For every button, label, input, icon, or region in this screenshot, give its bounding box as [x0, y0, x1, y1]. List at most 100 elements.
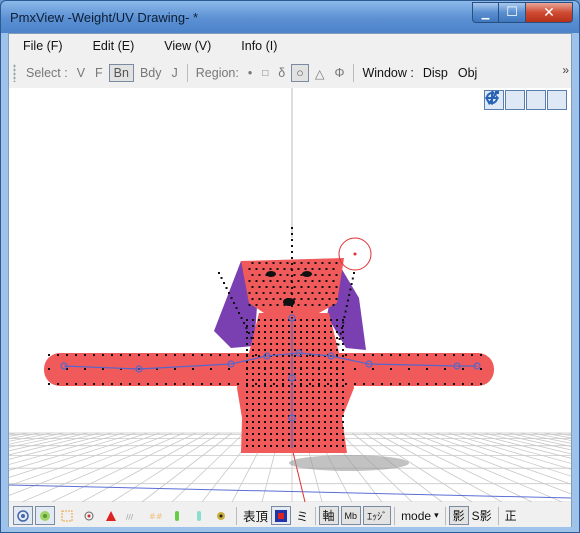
- vertex-dot: [300, 397, 302, 399]
- vertex-dot: [258, 403, 260, 405]
- color-swatch-icon[interactable]: [271, 506, 292, 525]
- vertex-dot: [300, 391, 302, 393]
- mb-toggle[interactable]: Mb: [340, 506, 362, 525]
- vertex-dot: [288, 373, 290, 375]
- target-mode-icon[interactable]: [79, 506, 99, 525]
- menu-edit[interactable]: Edit (E): [87, 38, 141, 54]
- region-phi-button[interactable]: Φ: [330, 65, 348, 81]
- body-mode-icon[interactable]: [189, 506, 209, 525]
- vertex-dot: [324, 379, 326, 381]
- rotate-icon[interactable]: [486, 90, 567, 110]
- 3d-viewport[interactable]: [9, 88, 571, 502]
- vertex-dot: [276, 445, 278, 447]
- vertex-dot: [192, 354, 194, 356]
- grid-line: [507, 432, 571, 447]
- vertex-dot: [312, 337, 314, 339]
- menu-info[interactable]: Info (I): [235, 38, 283, 54]
- vertex-dot: [294, 337, 296, 339]
- window-disp-button[interactable]: Disp: [419, 65, 452, 81]
- maximize-button[interactable]: ☐: [499, 2, 526, 23]
- ortho-toggle[interactable]: 正: [502, 506, 520, 525]
- toolbar-overflow-icon[interactable]: »: [562, 63, 569, 77]
- vertex-dot: [324, 319, 326, 321]
- vertex-dot: [265, 262, 268, 264]
- vertex-dot: [342, 367, 344, 369]
- vertex-dot: [246, 427, 248, 429]
- vertex-dot: [252, 427, 254, 429]
- weight-mode-icon[interactable]: ##: [145, 506, 165, 525]
- view-mode-icon[interactable]: [13, 506, 33, 525]
- vertex-dot: [252, 397, 254, 399]
- vertex-dot: [318, 337, 320, 339]
- status-separator: [444, 506, 446, 525]
- vertex-dot: [294, 349, 296, 351]
- vertex-dot: [330, 343, 332, 345]
- vertex-dot: [330, 337, 332, 339]
- toolbar-grip[interactable]: [13, 64, 16, 82]
- vertex-dot: [426, 383, 428, 385]
- vertex-dot: [262, 292, 265, 294]
- vertex-dot: [258, 367, 260, 369]
- vertex-dot: [252, 421, 254, 423]
- mesh-mode-icon[interactable]: [57, 506, 77, 525]
- vertex-dot: [255, 280, 258, 282]
- vertex-mode-icon[interactable]: [101, 506, 121, 525]
- vertex-dot: [288, 343, 290, 345]
- window-obj-button[interactable]: Obj: [454, 65, 481, 81]
- vertex-dot: [269, 292, 272, 294]
- model-render[interactable]: [9, 88, 571, 502]
- region-rect-button[interactable]: □: [258, 67, 272, 80]
- vertex-dot: [324, 325, 326, 327]
- title-bar[interactable]: PmxView -Weight/UV Drawing- * ▁ ☐ ✕: [1, 1, 579, 33]
- vertex-dot: [294, 361, 296, 363]
- shadow-toggle[interactable]: 影: [448, 506, 469, 525]
- vertex-dot: [252, 385, 254, 387]
- vertex-dot: [279, 298, 282, 300]
- vertex-dot: [235, 307, 238, 309]
- vertex-dot: [312, 325, 314, 327]
- vertex-dot: [252, 409, 254, 411]
- select-vertex-button[interactable]: V: [73, 65, 89, 81]
- vertex-dot: [264, 367, 266, 369]
- surface-toggle[interactable]: 表頂: [240, 506, 271, 525]
- vertex-dot: [293, 262, 296, 264]
- mode-dropdown[interactable]: mode ▾: [398, 506, 442, 525]
- mi-toggle[interactable]: ミ: [293, 506, 312, 525]
- vertex-dot: [336, 331, 338, 333]
- vertex-dot: [264, 379, 266, 381]
- region-delta-button[interactable]: δ: [274, 65, 289, 81]
- zoom-icon[interactable]: [487, 90, 546, 110]
- self-shadow-toggle[interactable]: S影: [469, 506, 495, 525]
- menu-file[interactable]: File (F): [17, 38, 69, 54]
- vertex-dot: [252, 331, 254, 333]
- pan-icon[interactable]: [485, 90, 525, 110]
- status-separator: [497, 506, 499, 525]
- vertex-dot: [318, 292, 321, 294]
- vertex-dot: [324, 403, 326, 405]
- joint-mode-icon[interactable]: [211, 506, 231, 525]
- vertex-dot: [471, 354, 473, 356]
- minimize-button[interactable]: ▁: [472, 2, 499, 23]
- vertex-dot: [165, 383, 167, 385]
- close-button[interactable]: ✕: [526, 2, 573, 23]
- axis-toggle[interactable]: 軸: [318, 506, 339, 525]
- region-triangle-button[interactable]: △: [311, 65, 329, 82]
- bone-mode-icon[interactable]: [35, 506, 55, 525]
- vertex-dot: [276, 292, 279, 294]
- region-point-button[interactable]: •: [244, 65, 256, 81]
- morph-mode-icon[interactable]: [167, 506, 187, 525]
- select-joint-button[interactable]: J: [168, 65, 182, 81]
- menu-view[interactable]: View (V): [158, 38, 217, 54]
- vertex-dot: [283, 268, 286, 270]
- select-face-button[interactable]: F: [91, 65, 107, 81]
- edge-toggle[interactable]: ｴｯｼﾞ: [363, 506, 392, 525]
- wire-mode-icon[interactable]: ///: [123, 506, 143, 525]
- vertex-dot: [270, 337, 272, 339]
- window-title: PmxView -Weight/UV Drawing- *: [10, 10, 199, 25]
- vertex-dot: [270, 445, 272, 447]
- region-circle-button[interactable]: ○: [291, 64, 309, 82]
- vertex-dot: [462, 354, 464, 356]
- vertex-dot: [246, 445, 248, 447]
- select-body-button[interactable]: Bdy: [136, 65, 166, 81]
- select-bone-button[interactable]: Bn: [108, 64, 134, 82]
